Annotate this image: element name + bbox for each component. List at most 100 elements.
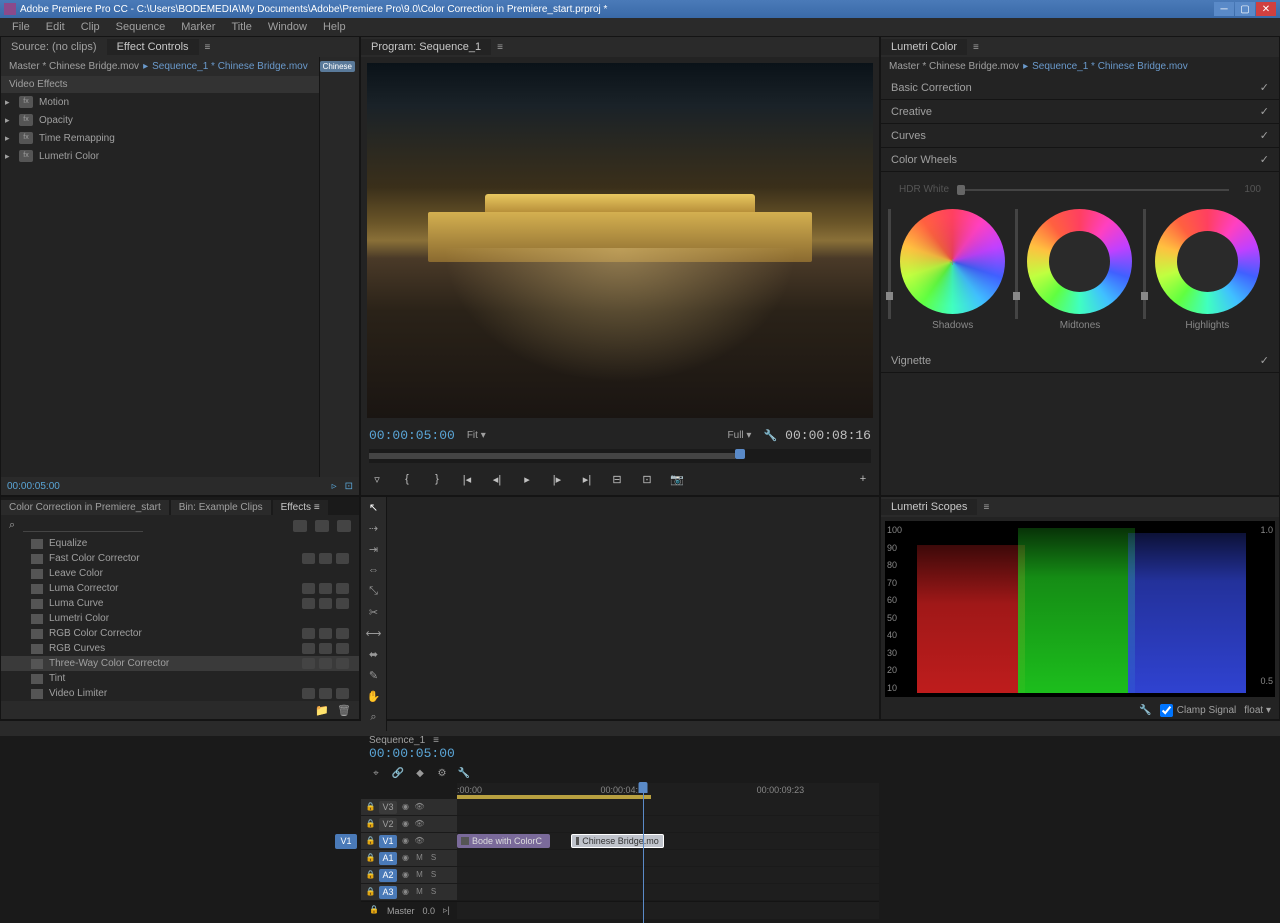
ec-keyframe-timeline[interactable]: Chinese <box>319 57 359 477</box>
track-output-icon[interactable]: ◉ <box>400 819 411 830</box>
track-label-v1[interactable]: V1 <box>379 835 397 848</box>
track-select-tool-icon[interactable]: ⇢ <box>366 522 382 538</box>
scopes-display[interactable]: 100908070605040302010 1.0 0.5 <box>885 521 1275 697</box>
track-a1-content[interactable] <box>457 850 879 866</box>
track-eye-icon[interactable]: 👁 <box>414 819 425 830</box>
track-label-a3[interactable]: A3 <box>379 886 397 899</box>
midtones-color-wheel[interactable] <box>1027 209 1132 314</box>
track-label-a2[interactable]: A2 <box>379 869 397 882</box>
lum-section-vignette[interactable]: Vignette ✓ <box>881 349 1279 373</box>
track-a3-content[interactable] <box>457 884 879 900</box>
track-output-icon[interactable]: ◉ <box>400 887 411 898</box>
razor-tool-icon[interactable]: ✂ <box>366 606 382 622</box>
zoom-fit-dropdown[interactable]: Fit ▾ <box>463 430 490 441</box>
effect-list-item[interactable]: Lumetri Color <box>1 611 359 626</box>
track-v3-content[interactable] <box>457 799 879 815</box>
mark-in-icon[interactable]: { <box>399 473 415 487</box>
track-v1-content[interactable]: Bode with ColorC Chinese Bridge.mo <box>457 833 879 849</box>
master-track-content[interactable] <box>457 902 879 919</box>
master-skip-icon[interactable]: ▹| <box>443 905 450 916</box>
track-lock-icon[interactable]: 🔒 <box>365 887 376 898</box>
extract-icon[interactable]: ⊡ <box>639 473 655 487</box>
fx-badge-icon[interactable]: fx <box>19 132 33 144</box>
selection-tool-icon[interactable]: ↖ <box>366 501 382 517</box>
checkmark-icon[interactable]: ✓ <box>1260 81 1269 94</box>
close-button[interactable]: ✕ <box>1256 2 1276 16</box>
timeline-settings-icon[interactable]: ⚙ <box>435 768 449 780</box>
panel-menu-icon[interactable]: ≡ <box>314 502 320 513</box>
effect-list-item[interactable]: RGB Curves <box>1 641 359 656</box>
disclosure-icon[interactable]: ▸ <box>5 115 13 126</box>
lum-section-color-wheels[interactable]: Color Wheels ✓ <box>881 148 1279 172</box>
checkmark-icon[interactable]: ✓ <box>1260 354 1269 367</box>
track-lock-icon[interactable]: 🔒 <box>365 836 376 847</box>
track-output-icon[interactable]: ◉ <box>400 853 411 864</box>
disclosure-icon[interactable]: ▸ <box>5 151 13 162</box>
panel-menu-icon[interactable]: ≡ <box>205 42 211 53</box>
scopes-bitdepth-dropdown[interactable]: float ▾ <box>1244 705 1271 716</box>
timeline-timecode[interactable]: 00:00:05:00 <box>369 746 455 761</box>
track-output-icon[interactable]: ◉ <box>400 870 411 881</box>
clip-chinese-bridge[interactable]: Chinese Bridge.mo <box>571 834 664 848</box>
ec-timecode[interactable]: 00:00:05:00 <box>7 481 60 492</box>
master-value[interactable]: 0.0 <box>422 906 435 916</box>
rate-stretch-tool-icon[interactable]: ⤡ <box>366 585 382 601</box>
track-solo-icon[interactable]: S <box>428 870 439 881</box>
track-solo-icon[interactable]: S <box>428 887 439 898</box>
fx-badge-icon[interactable]: fx <box>19 150 33 162</box>
disclosure-icon[interactable]: ▸ <box>5 133 13 144</box>
effect-list-item[interactable]: Luma Corrector <box>1 581 359 596</box>
go-to-in-icon[interactable]: |◂ <box>459 473 475 487</box>
rolling-edit-tool-icon[interactable]: ⇔ <box>366 564 382 580</box>
step-forward-icon[interactable]: |▸ <box>549 473 565 487</box>
lift-icon[interactable]: ⊟ <box>609 473 625 487</box>
settings-wrench-icon[interactable]: 🔧 <box>763 429 777 442</box>
track-lock-icon[interactable]: 🔒 <box>365 853 376 864</box>
midtones-luma-slider[interactable] <box>1015 209 1018 319</box>
tab-bin[interactable]: Bin: Example Clips <box>171 500 271 515</box>
timeline-wrench-icon[interactable]: 🔧 <box>457 768 471 780</box>
lum-sequence-clip[interactable]: Sequence_1 * Chinese Bridge.mov <box>1032 61 1188 72</box>
fx-badge-icon[interactable]: fx <box>19 96 33 108</box>
effect-list-item[interactable]: Video Limiter <box>1 686 359 701</box>
fx-yuv-icon[interactable] <box>337 520 351 532</box>
zoom-tool-icon[interactable]: ⌕ <box>366 711 382 727</box>
linked-selection-icon[interactable]: 🔗 <box>391 768 405 780</box>
checkmark-icon[interactable]: ✓ <box>1260 153 1269 166</box>
effect-list-item[interactable]: Leave Color <box>1 566 359 581</box>
slip-tool-icon[interactable]: ⟷ <box>366 627 382 643</box>
panel-menu-icon[interactable]: ≡ <box>973 42 979 53</box>
search-icon[interactable]: ⌕ <box>9 519 15 532</box>
clip-bode[interactable]: Bode with ColorC <box>457 834 550 848</box>
scopes-wrench-icon[interactable]: 🔧 <box>1139 705 1151 716</box>
menu-sequence[interactable]: Sequence <box>108 21 174 33</box>
menu-file[interactable]: File <box>4 21 38 33</box>
effect-list-item[interactable]: Three-Way Color Corrector <box>1 656 359 671</box>
mark-out-icon[interactable]: } <box>429 473 445 487</box>
maximize-button[interactable]: ▢ <box>1235 2 1255 16</box>
track-mute-icon[interactable]: M <box>414 853 425 864</box>
menu-marker[interactable]: Marker <box>173 21 223 33</box>
tab-lumetri-color[interactable]: Lumetri Color <box>881 39 967 55</box>
menu-window[interactable]: Window <box>260 21 315 33</box>
track-eye-icon[interactable]: 👁 <box>414 802 425 813</box>
track-output-icon[interactable]: ◉ <box>400 836 411 847</box>
clamp-signal-checkbox[interactable]: Clamp Signal <box>1160 704 1236 717</box>
tab-effects[interactable]: Effects ≡ <box>273 500 328 515</box>
ec-zoomout-icon[interactable]: ⊡ <box>345 481 353 492</box>
ec-sequence-clip[interactable]: Sequence_1 * Chinese Bridge.mov <box>152 61 308 72</box>
track-lock-icon[interactable]: 🔒 <box>369 905 379 916</box>
effect-list-item[interactable]: Fast Color Corrector <box>1 551 359 566</box>
fx-badge-icon[interactable]: fx <box>19 114 33 126</box>
new-bin-icon[interactable]: 📁 <box>315 704 329 717</box>
tab-source[interactable]: Source: (no clips) <box>1 39 107 55</box>
track-v2-content[interactable] <box>457 816 879 832</box>
effect-list-item[interactable]: Equalize <box>1 536 359 551</box>
effect-lumetri-color[interactable]: Lumetri Color <box>39 151 335 162</box>
export-frame-icon[interactable]: 📷 <box>669 473 685 487</box>
step-back-icon[interactable]: ◂| <box>489 473 505 487</box>
resolution-dropdown[interactable]: Full ▾ <box>724 430 756 441</box>
panel-menu-icon[interactable]: ≡ <box>497 42 503 53</box>
track-eye-icon[interactable]: 👁 <box>414 836 425 847</box>
disclosure-icon[interactable]: ▸ <box>5 97 13 108</box>
